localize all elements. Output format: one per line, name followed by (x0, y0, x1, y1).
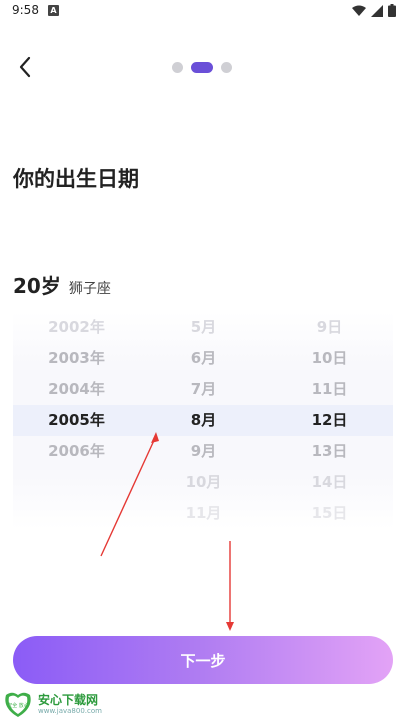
day-option[interactable]: 13日 (266, 436, 393, 467)
watermark-url: www.java800.com (38, 706, 102, 715)
battery-icon (388, 4, 396, 17)
day-option[interactable]: 11日 (266, 374, 393, 405)
year-option[interactable]: 2003年 (13, 343, 140, 374)
signal-icon (371, 4, 383, 17)
chevron-left-icon (19, 56, 31, 78)
step-indicator (172, 62, 232, 73)
year-option[interactable]: 2006年 (13, 436, 140, 467)
step-dot-2-active (191, 62, 213, 73)
watermark-logo-text: 安全 放心 (7, 702, 29, 709)
step-dot-1 (172, 62, 183, 73)
back-button[interactable] (14, 55, 38, 79)
month-option[interactable]: 7月 (140, 374, 267, 405)
notification-icon: A (48, 5, 59, 16)
wifi-icon (352, 5, 366, 16)
year-wheel[interactable]: 2002年 2003年 2004年 2005年 2006年 (13, 312, 140, 529)
annotation-arrowhead-button (226, 622, 234, 631)
shield-logo-icon: 安全 放心 (5, 692, 31, 717)
age-value: 20岁 (13, 274, 61, 298)
month-option[interactable]: 6月 (140, 343, 267, 374)
page-title: 你的出生日期 (13, 167, 139, 191)
date-picker[interactable]: 2002年 2003年 2004年 2005年 2006年 5月 6月 7月 8… (13, 312, 393, 529)
day-wheel[interactable]: 9日 10日 11日 12日 13日 14日 15日 (266, 312, 393, 529)
day-option[interactable]: 14日 (266, 467, 393, 498)
month-option[interactable]: 11月 (140, 498, 267, 529)
year-option[interactable] (13, 467, 140, 498)
month-option[interactable]: 9月 (140, 436, 267, 467)
next-step-button[interactable]: 下一步 (13, 636, 393, 684)
status-icons (352, 4, 396, 17)
year-option[interactable] (13, 498, 140, 529)
year-option[interactable]: 2004年 (13, 374, 140, 405)
watermark-title: 安心下载网 (38, 692, 99, 707)
watermark: 安全 放心 安心下载网 www.java800.com (2, 690, 102, 718)
day-option-selected[interactable]: 12日 (266, 405, 393, 436)
step-dot-3 (221, 62, 232, 73)
year-option[interactable]: 2002年 (13, 312, 140, 343)
year-option-selected[interactable]: 2005年 (13, 405, 140, 436)
status-bar: 9:58 A (0, 0, 406, 22)
month-wheel[interactable]: 5月 6月 7月 8月 9月 10月 11月 (140, 312, 267, 529)
month-option[interactable]: 5月 (140, 312, 267, 343)
zodiac-sign: 狮子座 (68, 281, 111, 297)
day-option[interactable]: 9日 (266, 312, 393, 343)
month-option-selected[interactable]: 8月 (140, 405, 267, 436)
status-time: 9:58 (12, 3, 39, 17)
month-option[interactable]: 10月 (140, 467, 267, 498)
day-option[interactable]: 10日 (266, 343, 393, 374)
day-option[interactable]: 15日 (266, 498, 393, 529)
age-info: 20岁 狮子座 (13, 270, 111, 299)
